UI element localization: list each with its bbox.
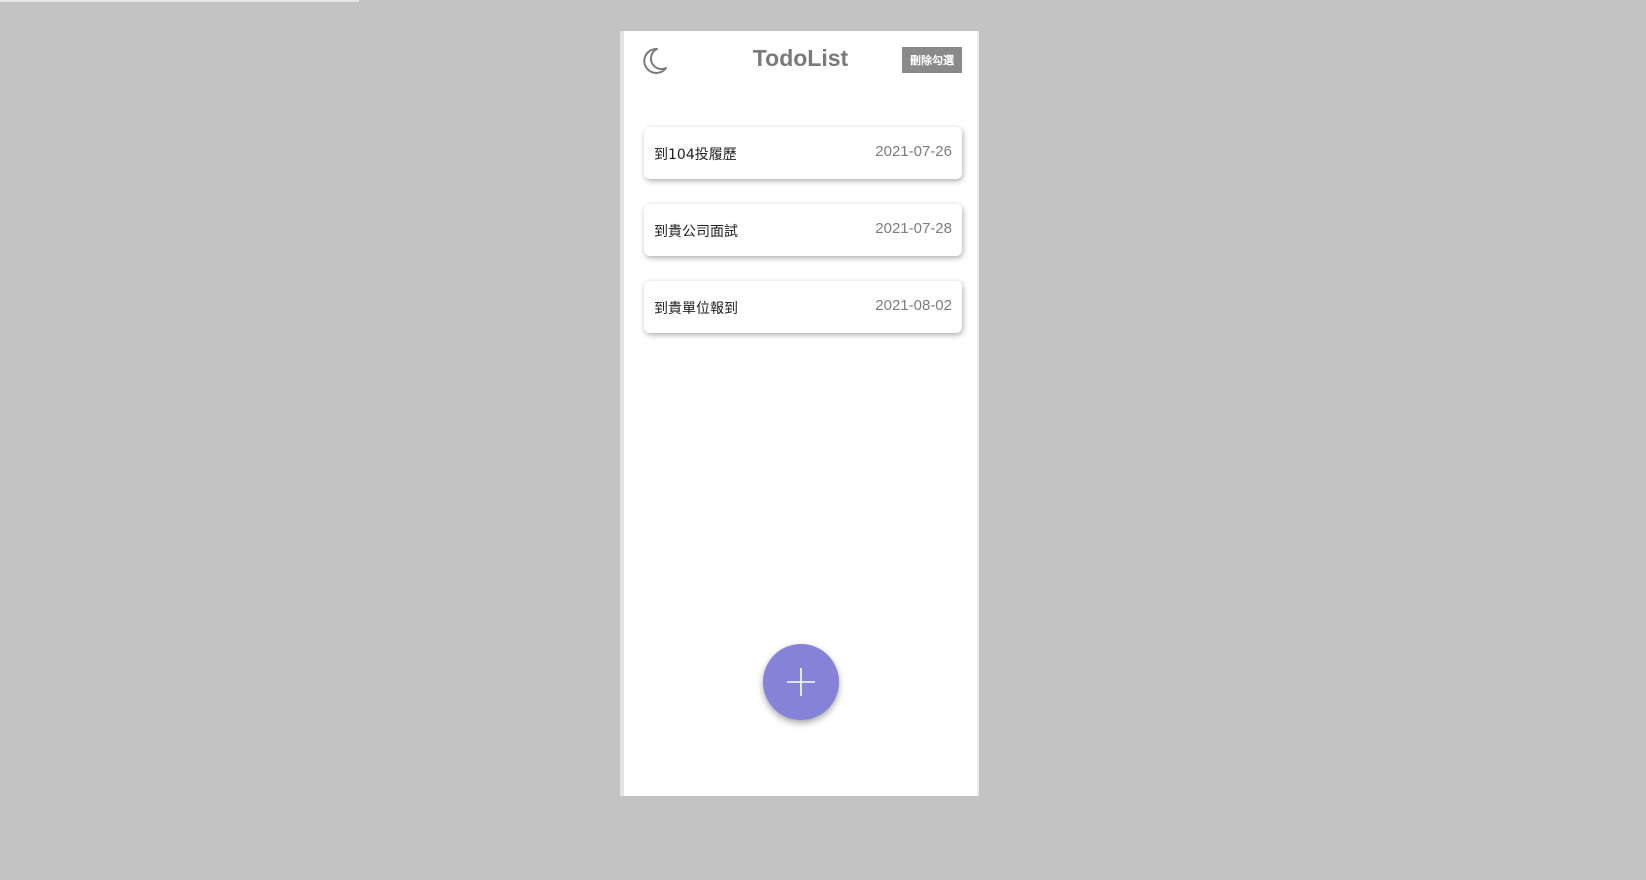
page-title: TodoList: [752, 45, 849, 71]
todo-date: 2021-07-28: [875, 220, 952, 237]
todo-text: 到104投履歷: [654, 147, 737, 163]
todo-text: 到貴單位報到: [654, 301, 738, 317]
todo-item[interactable]: 到貴公司面試 2021-07-28: [644, 204, 962, 256]
todo-item[interactable]: 到貴單位報到 2021-08-02: [644, 281, 962, 333]
top-edge-strip: [0, 0, 359, 2]
moon-icon[interactable]: [639, 46, 669, 76]
app-header: TodoList 刪除勾選: [624, 31, 977, 93]
app-panel: TodoList 刪除勾選 到104投履歷 2021-07-26 到貴公司面試 …: [620, 31, 979, 796]
add-todo-button[interactable]: [763, 644, 839, 720]
plus-icon: [787, 668, 815, 696]
todo-text: 到貴公司面試: [654, 224, 738, 240]
todo-item[interactable]: 到104投履歷 2021-07-26: [644, 127, 962, 179]
delete-checked-button[interactable]: 刪除勾選: [902, 47, 962, 73]
todo-date: 2021-08-02: [875, 297, 952, 314]
moon-icon-graphic: [643, 47, 667, 74]
todo-date: 2021-07-26: [875, 143, 952, 160]
todo-list: 到104投履歷 2021-07-26 到貴公司面試 2021-07-28 到貴單…: [644, 127, 962, 358]
